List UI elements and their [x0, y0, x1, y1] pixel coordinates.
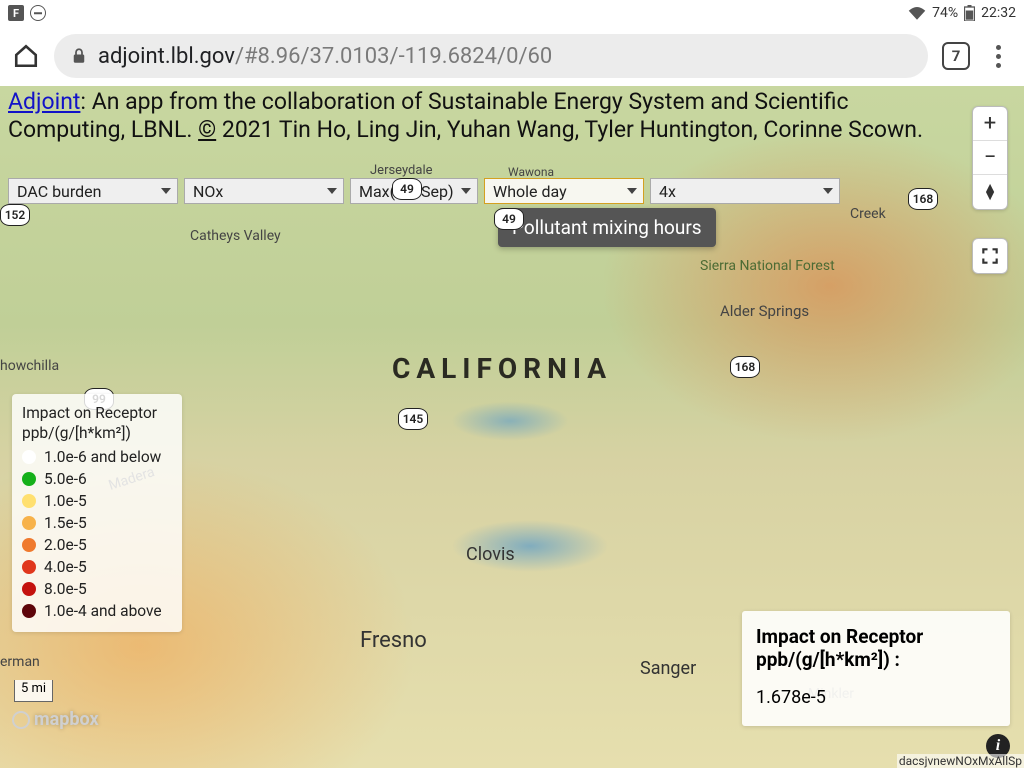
select-scale-value: 4x — [659, 182, 676, 201]
select-hours[interactable]: Whole day — [484, 178, 644, 204]
copyright-symbol[interactable]: © — [198, 116, 216, 143]
legend-row: 1.0e-6 and below — [22, 448, 172, 466]
browser-toolbar: adjoint.lbl.gov/#8.96/37.0103/-119.6824/… — [0, 26, 1024, 86]
legend-swatch — [22, 472, 36, 486]
value-reading: 1.678e-5 — [756, 687, 996, 708]
layer-id-label: dacsjvnewNOxMxAllSp — [897, 754, 1024, 768]
label-state: CALIFORNIA — [392, 352, 612, 385]
label-alder: Alder Springs — [720, 302, 809, 320]
fullscreen-button[interactable] — [972, 238, 1008, 274]
chevron-down-icon — [627, 188, 637, 194]
legend-row: 2.0e-5 — [22, 536, 172, 554]
chevron-down-icon — [161, 188, 171, 194]
legend-row: 1.5e-5 — [22, 514, 172, 532]
legend-row: 1.0e-4 and above — [22, 602, 172, 620]
label-chowchilla: howchilla — [0, 358, 59, 374]
route-152: 152 — [0, 204, 30, 226]
route-49: 49 — [392, 178, 422, 200]
url-text: adjoint.lbl.gov/#8.96/37.0103/-119.6824/… — [98, 44, 552, 69]
adjoint-link[interactable]: Adjoint — [8, 88, 80, 115]
zoom-control: + − ▲▼ — [972, 106, 1008, 210]
legend-swatch — [22, 538, 36, 552]
label-wawona: Wawona — [508, 165, 554, 179]
route-49b: 49 — [494, 208, 524, 230]
mapbox-logo[interactable]: mapbox — [12, 709, 99, 730]
legend-row: 5.0e-6 — [22, 470, 172, 488]
legend-swatch — [22, 582, 36, 596]
tab-count: 7 — [952, 47, 961, 65]
label-sanger: Sanger — [640, 658, 696, 679]
select-layer[interactable]: DAC burden — [8, 178, 178, 204]
app-header: Adjoint: An app from the collaboration o… — [8, 88, 964, 144]
route-168b: 168 — [908, 188, 938, 210]
value-units: ppb/(g/[h*km²]) : — [756, 648, 996, 671]
tooltip-mixing-hours: Pollutant mixing hours — [498, 208, 716, 247]
label-snf: Sierra National Forest — [700, 258, 835, 274]
legend-label: 1.0e-4 and above — [44, 602, 162, 620]
chevron-down-icon — [823, 188, 833, 194]
legend-label: 5.0e-6 — [44, 470, 87, 488]
pitch-control[interactable]: ▲▼ — [973, 175, 1007, 209]
status-time: 22:32 — [981, 5, 1016, 21]
battery-percent: 74% — [932, 5, 958, 21]
legend-label: 1.5e-5 — [44, 514, 87, 532]
label-fresno: Fresno — [360, 628, 427, 653]
browser-menu-button[interactable] — [984, 42, 1012, 70]
value-panel: Impact on Receptor ppb/(g/[h*km²]) : 1.6… — [742, 611, 1010, 726]
legend-label: 1.0e-6 and below — [44, 448, 161, 466]
label-catheys: Catheys Valley — [190, 228, 281, 244]
route-168: 168 — [730, 356, 760, 378]
map-app: Adjoint: An app from the collaboration o… — [0, 86, 1024, 768]
legend-title: Impact on Receptor — [22, 404, 172, 422]
android-status-bar: F 74% 22:32 — [0, 0, 1024, 26]
legend-swatch — [22, 604, 36, 618]
controls-row: DAC burden NOx Max(Jul-Sep) Whole day 4x — [8, 178, 840, 204]
legend-label: 2.0e-5 — [44, 536, 87, 554]
label-jerseydale: Jerseydale — [370, 163, 433, 178]
legend-panel: Impact on Receptor ppb/(g/[h*km²]) 1.0e-… — [12, 394, 182, 632]
select-pollutant[interactable]: NOx — [184, 178, 344, 204]
route-145: 145 — [398, 408, 428, 430]
legend-row: 4.0e-5 — [22, 558, 172, 576]
select-hours-value: Whole day — [493, 182, 567, 201]
scale-bar: 5 mi — [14, 680, 53, 702]
legend-swatch — [22, 450, 36, 464]
value-title: Impact on Receptor — [756, 625, 996, 648]
select-layer-value: DAC burden — [17, 182, 102, 201]
legend-label: 4.0e-5 — [44, 558, 87, 576]
label-erman: erman — [0, 654, 40, 670]
legend-label: 1.0e-5 — [44, 492, 87, 510]
chevron-down-icon — [327, 188, 337, 194]
legend-row: 8.0e-5 — [22, 580, 172, 598]
lock-icon — [70, 47, 88, 65]
home-button[interactable] — [12, 42, 40, 70]
legend-units: ppb/(g/[h*km²]) — [22, 424, 172, 442]
select-pollutant-value: NOx — [193, 182, 223, 201]
legend-swatch — [22, 560, 36, 574]
legend-row: 1.0e-5 — [22, 492, 172, 510]
zoom-out-button[interactable]: − — [973, 141, 1007, 175]
tabs-button[interactable]: 7 — [942, 42, 970, 70]
flipboard-icon: F — [8, 5, 24, 21]
label-creek: Creek — [850, 206, 886, 222]
legend-label: 8.0e-5 — [44, 580, 87, 598]
wifi-icon — [908, 6, 926, 20]
url-bar[interactable]: adjoint.lbl.gov/#8.96/37.0103/-119.6824/… — [54, 34, 928, 78]
globe-icon — [12, 711, 30, 729]
legend-swatch — [22, 494, 36, 508]
chevron-down-icon — [461, 188, 471, 194]
do-not-disturb-icon — [30, 5, 46, 21]
select-scale[interactable]: 4x — [650, 178, 840, 204]
label-clovis: Clovis — [466, 544, 515, 565]
legend-swatch — [22, 516, 36, 530]
zoom-in-button[interactable]: + — [973, 107, 1007, 141]
battery-icon — [964, 5, 975, 21]
